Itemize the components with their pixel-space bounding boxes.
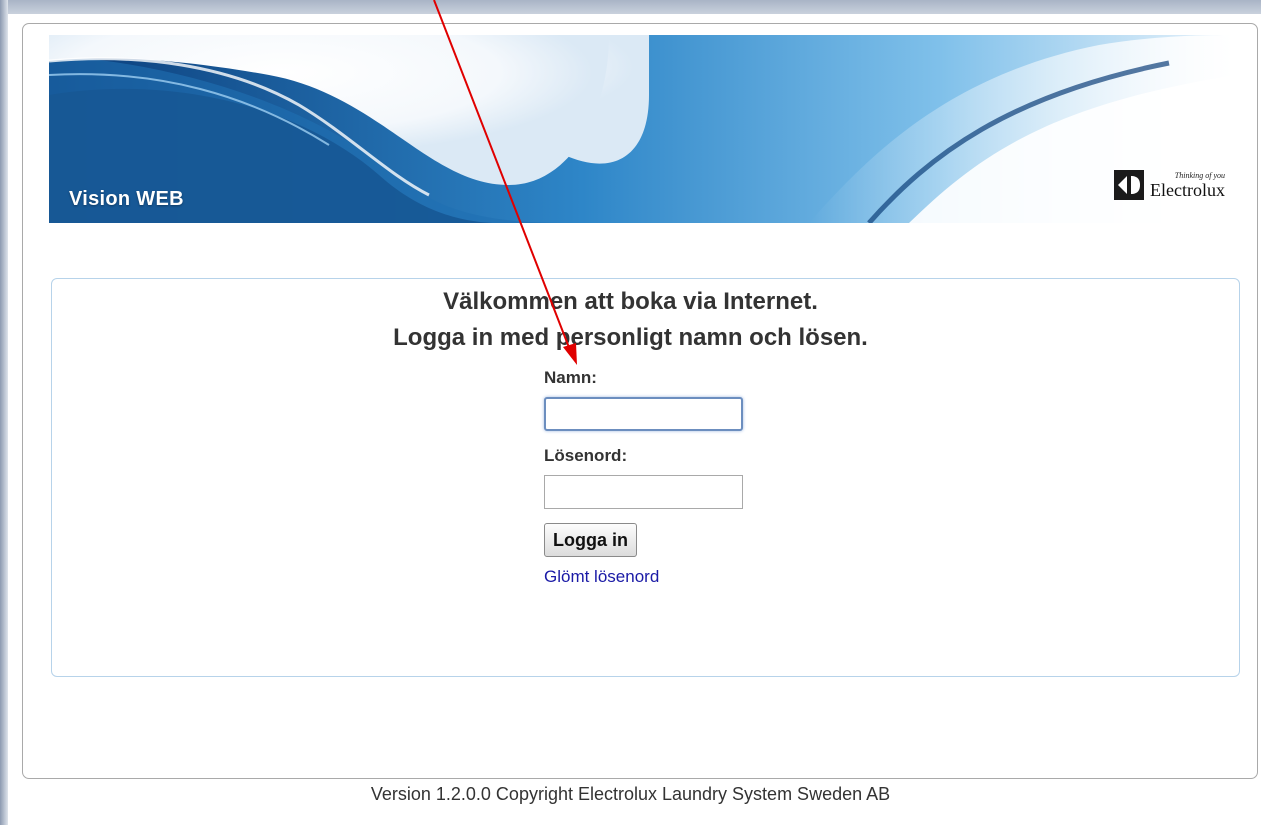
brand-name: Electrolux bbox=[1150, 179, 1225, 200]
app-title: Vision WEB bbox=[69, 188, 184, 210]
forgot-password-link[interactable]: Glömt lösenord bbox=[544, 567, 784, 587]
name-input[interactable] bbox=[544, 397, 743, 431]
electrolux-logo-icon bbox=[1114, 170, 1145, 200]
electrolux-wordmark: Thinking of you Electrolux bbox=[1150, 171, 1225, 200]
brand-tagline: Thinking of you bbox=[1174, 170, 1225, 180]
login-instruction: Logga in med personligt namn och lösen. bbox=[393, 324, 868, 351]
banner-wave-graphic bbox=[49, 35, 1235, 223]
password-input[interactable] bbox=[544, 475, 743, 509]
welcome-heading: Välkommen att boka via Internet. bbox=[443, 288, 818, 315]
version-footer: Version 1.2.0.0 Copyright Electrolux Lau… bbox=[370, 784, 891, 804]
electrolux-logo: Thinking of you Electrolux bbox=[1114, 165, 1225, 205]
password-label: Lösenord: bbox=[544, 446, 628, 465]
login-form: Namn: Lösenord: Logga in Glömt lösenord bbox=[544, 367, 784, 587]
name-label: Namn: bbox=[544, 368, 597, 387]
login-button[interactable]: Logga in bbox=[544, 523, 637, 557]
window-left-edge bbox=[0, 0, 8, 825]
header-banner: Vision WEB Thinking of you Electrolux bbox=[49, 35, 1235, 223]
top-strip bbox=[0, 0, 1261, 14]
